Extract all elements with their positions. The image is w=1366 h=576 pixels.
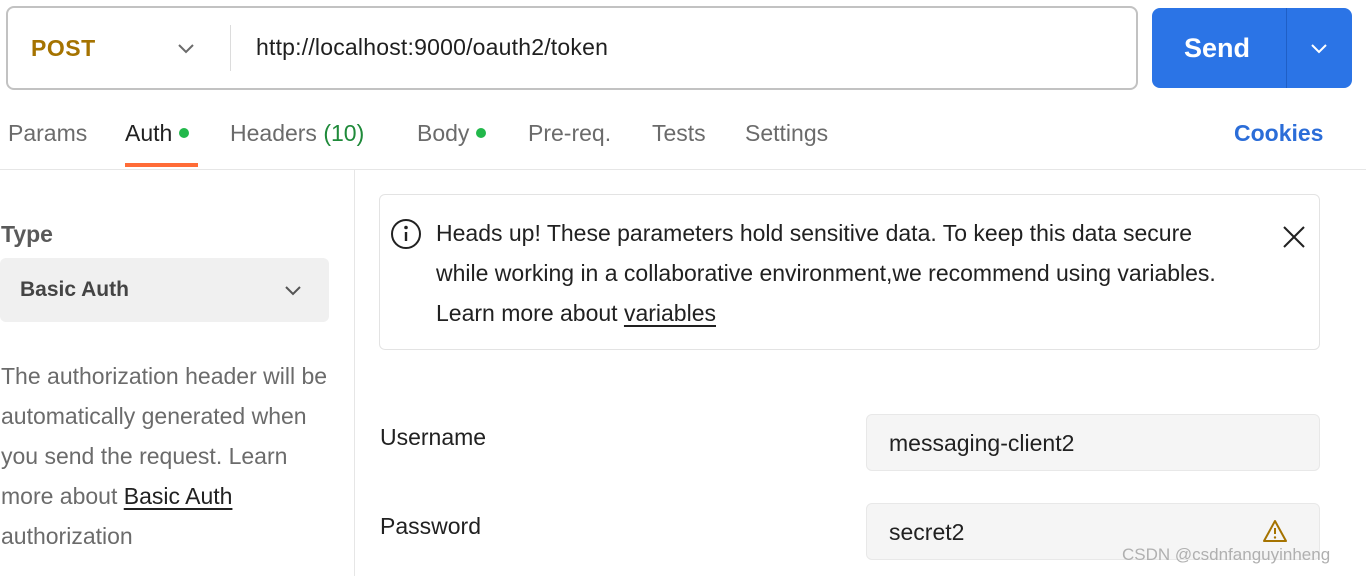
send-label: Send: [1184, 33, 1251, 63]
password-label: Password: [380, 513, 481, 539]
tab-prereq[interactable]: Pre-req.: [528, 120, 611, 147]
method-label: POST: [31, 35, 96, 61]
auth-type-select[interactable]: Basic Auth: [0, 258, 329, 322]
tab-body[interactable]: Body: [417, 120, 487, 147]
chevron-down-icon: [178, 44, 194, 54]
headers-count: (10): [323, 120, 365, 146]
warning-icon: [1263, 520, 1287, 542]
send-options-button[interactable]: [1287, 8, 1352, 88]
alert-message: Heads up! These parameters hold sensitiv…: [436, 213, 1236, 333]
method-select[interactable]: POST: [8, 8, 230, 88]
cookies-link[interactable]: Cookies: [1234, 120, 1323, 147]
auth-description: The authorization header will be automat…: [1, 356, 346, 556]
status-dot: [179, 128, 190, 138]
close-icon[interactable]: [1282, 225, 1306, 249]
tab-params[interactable]: Params: [8, 120, 87, 147]
chevron-down-icon: [285, 286, 301, 296]
password-value: secret2: [889, 519, 965, 545]
info-icon: [391, 219, 421, 249]
url-divider: [230, 25, 231, 71]
tab-auth-label: Auth: [125, 120, 173, 146]
tab-body-label: Body: [417, 120, 470, 146]
url-input[interactable]: http://localhost:9000/oauth2/token: [256, 34, 608, 61]
username-value: messaging-client2: [889, 430, 1075, 456]
send-button-group: Send: [1152, 8, 1352, 88]
variables-link[interactable]: variables: [624, 300, 716, 326]
request-tabs: Params Auth Headers (10) Body Pre-req. T…: [0, 100, 1366, 170]
auth-description-tail: authorization: [1, 523, 133, 549]
status-dot: [476, 128, 487, 138]
basic-auth-link[interactable]: Basic Auth: [124, 483, 233, 509]
tab-tests[interactable]: Tests: [652, 120, 706, 147]
url-bar: POST http://localhost:9000/oauth2/token: [6, 6, 1138, 90]
auth-type-label: Type: [1, 221, 53, 247]
chevron-down-icon: [1311, 44, 1327, 54]
active-tab-indicator: [125, 163, 198, 167]
username-label: Username: [380, 424, 487, 450]
sensitive-data-alert: Heads up! These parameters hold sensitiv…: [379, 194, 1320, 350]
username-field[interactable]: messaging-client2: [866, 414, 1320, 471]
tab-auth[interactable]: Auth: [125, 120, 190, 147]
send-button[interactable]: Send: [1152, 8, 1286, 88]
auth-type-value: Basic Auth: [20, 278, 129, 301]
panel-divider: [354, 170, 355, 576]
tab-headers-label: Headers: [230, 120, 317, 146]
watermark: CSDN @csdnfanguyinheng: [1122, 545, 1331, 564]
tab-headers[interactable]: Headers (10): [230, 120, 364, 147]
tab-settings[interactable]: Settings: [745, 120, 828, 147]
alert-text: Heads up! These parameters hold sensitiv…: [436, 220, 1216, 326]
